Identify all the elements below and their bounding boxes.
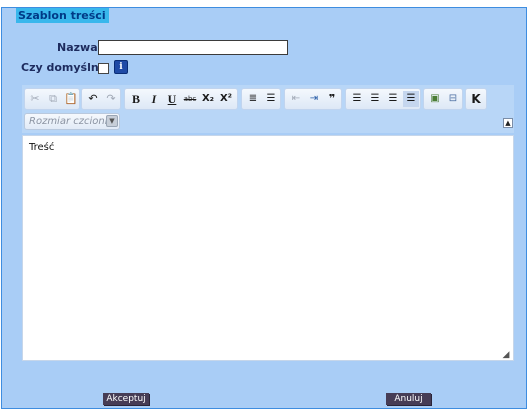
default-label: Czy domyślny: [21,61,111,74]
format-group: B I U abc X₂ X² [124,88,238,110]
superscript-icon[interactable]: X² [218,91,234,107]
justify-icon[interactable]: ☰ [403,91,419,107]
unordered-list-icon[interactable]: ☰ [263,91,279,107]
cancel-button[interactable]: Anuluj [386,393,431,405]
undo-icon[interactable]: ↶ [85,91,101,107]
underline-icon[interactable]: U [164,91,180,107]
resize-grip-icon[interactable]: ◢ [501,350,511,360]
name-input[interactable] [98,40,288,55]
align-center-icon[interactable]: ☰ [367,91,383,107]
clipboard-group: ✂ ⧉ 📋 [24,88,80,110]
info-icon[interactable]: i [114,60,128,74]
italic-icon[interactable]: I [146,91,162,107]
history-group: ↶ ↷ [81,88,121,110]
template-dialog: Szablon treści Nazwa: Czy domyślny: i ✂ … [1,7,527,409]
clear-format-icon[interactable]: K [468,91,484,107]
outdent-icon[interactable]: ⇤ [288,91,304,107]
default-checkbox[interactable] [98,63,109,74]
paste-icon[interactable]: 📋 [63,91,79,107]
font-size-placeholder: Rozmiar czcionki [29,116,114,127]
template-icon[interactable]: ⊟ [445,91,461,107]
accept-button[interactable]: Akceptuj [103,393,149,405]
align-group: ☰ ☰ ☰ ☰ [345,88,421,110]
blockquote-icon[interactable]: ❞ [324,91,340,107]
redo-icon[interactable]: ↷ [103,91,119,107]
align-left-icon[interactable]: ☰ [349,91,365,107]
name-label: Nazwa: [57,41,103,54]
cut-icon[interactable]: ✂ [27,91,43,107]
rich-text-editor: ✂ ⧉ 📋 ↶ ↷ B I U abc X₂ X² ≣ ☰ ⇤ ⇥ ❞ ☰ ☰ … [22,85,514,376]
editor-content-area[interactable]: Treść ◢ [22,135,514,361]
collapse-toolbar-icon[interactable]: ▲ [503,118,513,128]
dialog-legend: Szablon treści [16,8,109,23]
clear-group: K [465,88,487,110]
editor-toolbar: ✂ ⧉ 📋 ↶ ↷ B I U abc X₂ X² ≣ ☰ ⇤ ⇥ ❞ ☰ ☰ … [22,85,514,133]
indent-icon[interactable]: ⇥ [306,91,322,107]
list-group: ≣ ☰ [241,88,281,110]
image-icon[interactable]: ▣ [427,91,443,107]
ordered-list-icon[interactable]: ≣ [245,91,261,107]
chevron-down-icon[interactable]: ▼ [106,115,118,127]
bold-icon[interactable]: B [128,91,144,107]
insert-group: ▣ ⊟ [423,88,463,110]
align-right-icon[interactable]: ☰ [385,91,401,107]
editor-content-text: Treść [29,142,55,153]
indent-group: ⇤ ⇥ ❞ [284,88,342,110]
font-size-select[interactable]: Rozmiar czcionki ▼ [24,113,120,130]
subscript-icon[interactable]: X₂ [200,91,216,107]
strikethrough-icon[interactable]: abc [182,91,198,107]
copy-icon[interactable]: ⧉ [45,91,61,107]
